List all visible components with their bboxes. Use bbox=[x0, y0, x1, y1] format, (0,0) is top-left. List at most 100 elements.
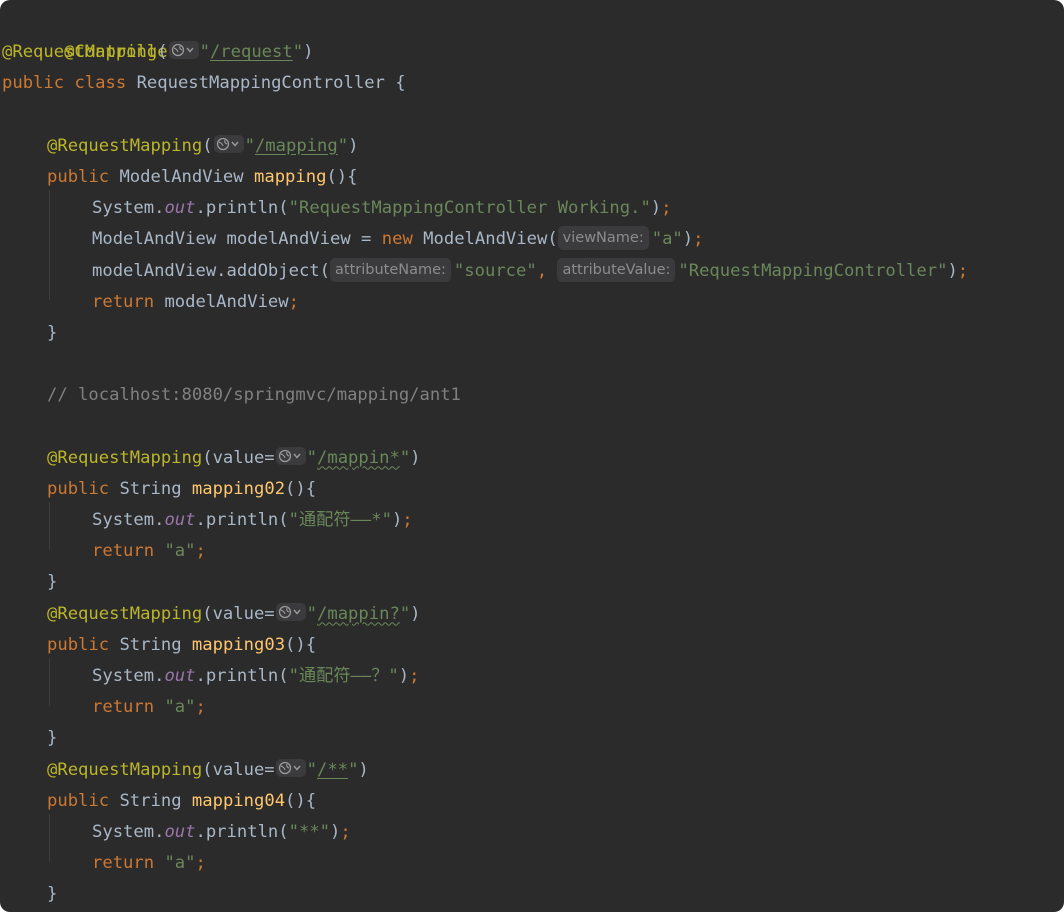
semicolon: ; bbox=[340, 821, 351, 842]
string-literal: "RequestMappingController" bbox=[678, 260, 948, 281]
string-quote: " bbox=[399, 447, 411, 468]
parameter-hint: attributeValue: bbox=[557, 257, 676, 282]
paren: ) bbox=[650, 198, 662, 219]
annotation: @RequestMapping bbox=[47, 759, 203, 780]
code-text: .println( bbox=[195, 821, 289, 842]
paren: ( bbox=[157, 42, 168, 63]
annotation-args: (value= bbox=[202, 447, 275, 468]
code-line-25[interactable]: @RequestMapping(value= "/**") bbox=[2, 755, 1064, 786]
code-text: ModelAndView modelAndView = bbox=[92, 229, 382, 250]
brace: } bbox=[47, 322, 58, 343]
code-line-7[interactable]: System.out.println("RequestMappingContro… bbox=[2, 193, 1064, 224]
code-editor[interactable]: @Controller @RequestMapping("/request") … bbox=[0, 0, 1064, 912]
code-line-6[interactable]: public ModelAndView mapping(){ bbox=[2, 162, 1064, 193]
string-quote: " bbox=[348, 759, 359, 780]
type-name: ModelAndView bbox=[119, 166, 244, 187]
static-field: out bbox=[164, 198, 196, 219]
code-area[interactable]: @Controller @RequestMapping("/request") … bbox=[2, 6, 1064, 910]
url-path-link[interactable]: /request bbox=[210, 42, 293, 62]
string-quote: " bbox=[399, 603, 411, 624]
method-name: mapping04 bbox=[191, 790, 286, 811]
paren: ) bbox=[391, 510, 403, 530]
code-line-3[interactable]: public class RequestMappingController { bbox=[2, 68, 1064, 99]
keyword: public bbox=[47, 790, 110, 811]
paren: ) bbox=[358, 759, 369, 780]
params: (){ bbox=[326, 166, 358, 187]
keyword: new bbox=[381, 229, 413, 250]
code-text: modelAndView.addObject( bbox=[92, 260, 330, 281]
code-text: .println( bbox=[195, 510, 289, 530]
url-path-link[interactable]: /mappin* bbox=[317, 448, 400, 468]
code-line-17[interactable]: System.out.println("通配符——*"); bbox=[2, 505, 1064, 536]
string-literal: "source" bbox=[453, 260, 537, 281]
method-name: mapping03 bbox=[191, 634, 286, 655]
annotation-args: (value= bbox=[202, 759, 275, 780]
code-line-12[interactable] bbox=[2, 349, 1064, 380]
semicolon: ; bbox=[957, 260, 969, 281]
string-quote: " bbox=[337, 135, 349, 156]
code-line-9[interactable]: modelAndView.addObject(attributeName: "so… bbox=[2, 256, 1064, 287]
code-text: System. bbox=[92, 510, 165, 530]
string-quote: " bbox=[292, 42, 304, 63]
code-line-19[interactable]: } bbox=[2, 567, 1064, 598]
globe-dropdown-icon[interactable] bbox=[275, 446, 306, 465]
code-line-22[interactable]: System.out.println("通配符——？"); bbox=[2, 661, 1064, 692]
code-text: ModelAndView( bbox=[412, 229, 558, 250]
keyword: return bbox=[92, 541, 155, 562]
brace: } bbox=[47, 884, 58, 905]
globe-dropdown-icon[interactable] bbox=[275, 758, 306, 777]
code-line-28[interactable]: return "a"; bbox=[2, 848, 1064, 879]
code-text: modelAndView bbox=[154, 291, 289, 312]
comment: // localhost:8080/springmvc/mapping/ant1 bbox=[47, 385, 461, 406]
params: (){ bbox=[285, 790, 317, 811]
semicolon: ; bbox=[661, 198, 672, 219]
string-literal: "a" bbox=[164, 541, 196, 562]
code-line-21[interactable]: public String mapping03(){ bbox=[2, 630, 1064, 661]
string-literal: "RequestMappingController Working." bbox=[288, 198, 651, 219]
annotation: @RequestMapping bbox=[47, 135, 203, 156]
string-quote: " bbox=[306, 447, 318, 468]
code-line-18[interactable]: return "a"; bbox=[2, 536, 1064, 567]
code-line-8[interactable]: ModelAndView modelAndView = new ModelAnd… bbox=[2, 224, 1064, 255]
code-line-14[interactable] bbox=[2, 411, 1064, 442]
code-line-16[interactable]: public String mapping02(){ bbox=[2, 474, 1064, 505]
keyword: return bbox=[92, 697, 155, 718]
code-line-11[interactable]: } bbox=[2, 318, 1064, 349]
code-line-26[interactable]: public String mapping04(){ bbox=[2, 786, 1064, 817]
globe-dropdown-icon[interactable] bbox=[168, 41, 199, 60]
code-line-13[interactable]: // localhost:8080/springmvc/mapping/ant1 bbox=[2, 380, 1064, 411]
code-line-23[interactable]: return "a"; bbox=[2, 692, 1064, 723]
keyword: return bbox=[92, 853, 155, 874]
url-path-link[interactable]: /** bbox=[317, 760, 348, 780]
string-quote: " bbox=[199, 42, 210, 63]
paren: ) bbox=[398, 665, 410, 686]
code-text: System. bbox=[92, 821, 165, 842]
string-literal: "通配符——*" bbox=[288, 510, 392, 530]
globe-dropdown-icon[interactable] bbox=[275, 602, 306, 621]
code-line-2[interactable]: @RequestMapping("/request") bbox=[2, 37, 1064, 68]
code-line-24[interactable]: } bbox=[2, 723, 1064, 754]
code-line-20[interactable]: @RequestMapping(value= "/mappin?") bbox=[2, 599, 1064, 630]
code-line-15[interactable]: @RequestMapping(value= "/mappin*") bbox=[2, 443, 1064, 474]
globe-dropdown-icon[interactable] bbox=[213, 134, 244, 153]
method-name: mapping02 bbox=[191, 478, 286, 499]
code-line-29[interactable]: } bbox=[2, 879, 1064, 910]
code-line-1[interactable]: @Controller bbox=[2, 6, 1064, 62]
parameter-hint: attributeName: bbox=[330, 257, 451, 282]
type-name: String bbox=[119, 790, 182, 811]
code-line-27[interactable]: System.out.println("**"); bbox=[2, 817, 1064, 848]
annotation: @RequestMapping bbox=[2, 42, 158, 63]
annotation: @RequestMapping bbox=[47, 603, 203, 624]
paren: ) bbox=[330, 821, 341, 842]
url-path-link[interactable]: /mappin? bbox=[317, 604, 400, 624]
code-line-5[interactable]: @RequestMapping("/mapping") bbox=[2, 131, 1064, 162]
params: (){ bbox=[285, 634, 317, 655]
semicolon: ; bbox=[195, 541, 206, 562]
semicolon: ; bbox=[693, 229, 704, 250]
code-line-4[interactable] bbox=[2, 100, 1064, 131]
paren: ( bbox=[202, 135, 213, 156]
code-line-10[interactable]: return modelAndView; bbox=[2, 287, 1064, 318]
semicolon: ; bbox=[409, 665, 420, 686]
url-path-link[interactable]: /mapping bbox=[255, 136, 338, 156]
brace: } bbox=[47, 572, 58, 593]
